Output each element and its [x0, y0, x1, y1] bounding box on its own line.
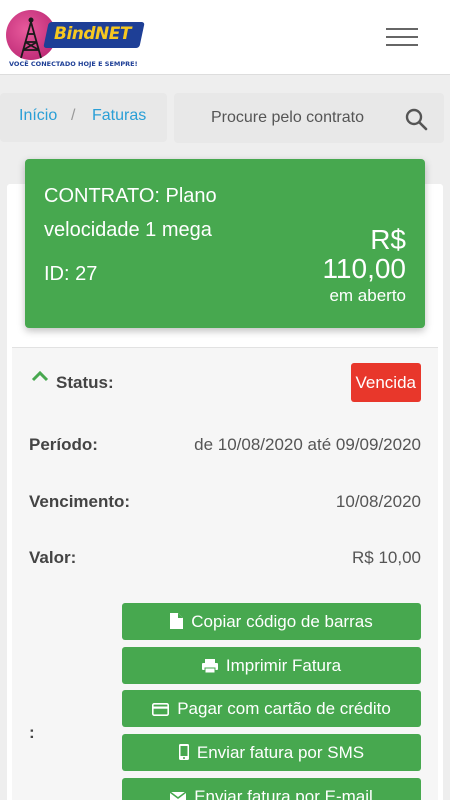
printer-icon — [201, 659, 218, 674]
status-label: Status: — [56, 373, 114, 392]
hamburger-menu-icon[interactable] — [386, 28, 418, 48]
value-label: Valor: — [29, 548, 77, 567]
search-bar — [174, 93, 444, 143]
chevron-up-icon[interactable] — [31, 370, 49, 382]
send-email-label: Enviar fatura por E-mail — [194, 787, 373, 800]
copy-barcode-label: Copiar código de barras — [191, 612, 373, 631]
send-sms-button[interactable]: Enviar fatura por SMS — [122, 734, 421, 771]
status-badge: Vencida — [350, 363, 421, 402]
value-amount: R$ 10,00 — [352, 548, 421, 567]
amount-status: em aberto — [329, 286, 406, 305]
breadcrumb-current-link[interactable]: Faturas — [92, 107, 146, 125]
send-email-button[interactable]: Enviar fatura por E-mail — [122, 778, 421, 800]
logo-tagline: VOCÊ CONECTADO HOJE E SEMPRE! — [9, 60, 138, 68]
logo-wordmark: BindNET — [54, 24, 132, 44]
search-icon[interactable] — [404, 107, 428, 131]
copy-barcode-button[interactable]: Copiar código de barras — [122, 603, 421, 640]
due-date-value: 10/08/2020 — [335, 492, 421, 511]
print-invoice-label: Imprimir Fatura — [225, 656, 342, 675]
search-input[interactable] — [174, 93, 394, 143]
app-header: BindNET VOCÊ CONECTADO HOJE E SEMPRE! — [0, 0, 450, 75]
envelope-icon — [169, 791, 187, 800]
amount-value: 110,00 — [322, 253, 406, 284]
mobile-icon — [178, 744, 189, 760]
pay-credit-card-button[interactable]: Pagar com cartão de crédito — [122, 690, 421, 727]
actions-label: : — [29, 723, 35, 742]
file-icon — [170, 613, 184, 629]
contract-summary: CONTRATO: Plano velocidade 1 mega ID: 27… — [25, 159, 425, 328]
contract-title: CONTRATO: Plano velocidade 1 mega — [44, 185, 217, 241]
breadcrumb-home-link[interactable]: Início — [19, 107, 57, 125]
print-invoice-button[interactable]: Imprimir Fatura — [122, 647, 421, 684]
brand-logo[interactable]: BindNET VOCÊ CONECTADO HOJE E SEMPRE! — [6, 6, 146, 70]
contract-id: ID: 27 — [44, 263, 98, 285]
due-date-label: Vencimento: — [29, 492, 131, 511]
breadcrumb-separator: / — [71, 107, 76, 124]
credit-card-icon — [152, 703, 170, 716]
send-sms-label: Enviar fatura por SMS — [196, 743, 365, 762]
period-value: de 10/08/2020 até 09/09/2020 — [194, 435, 421, 454]
amount-currency: R$ — [370, 224, 406, 255]
pay-credit-card-label: Pagar com cartão de crédito — [177, 699, 391, 718]
invoice-details: Status: Vencida Período: de 10/08/2020 a… — [12, 347, 438, 800]
period-label: Período: — [29, 435, 98, 454]
